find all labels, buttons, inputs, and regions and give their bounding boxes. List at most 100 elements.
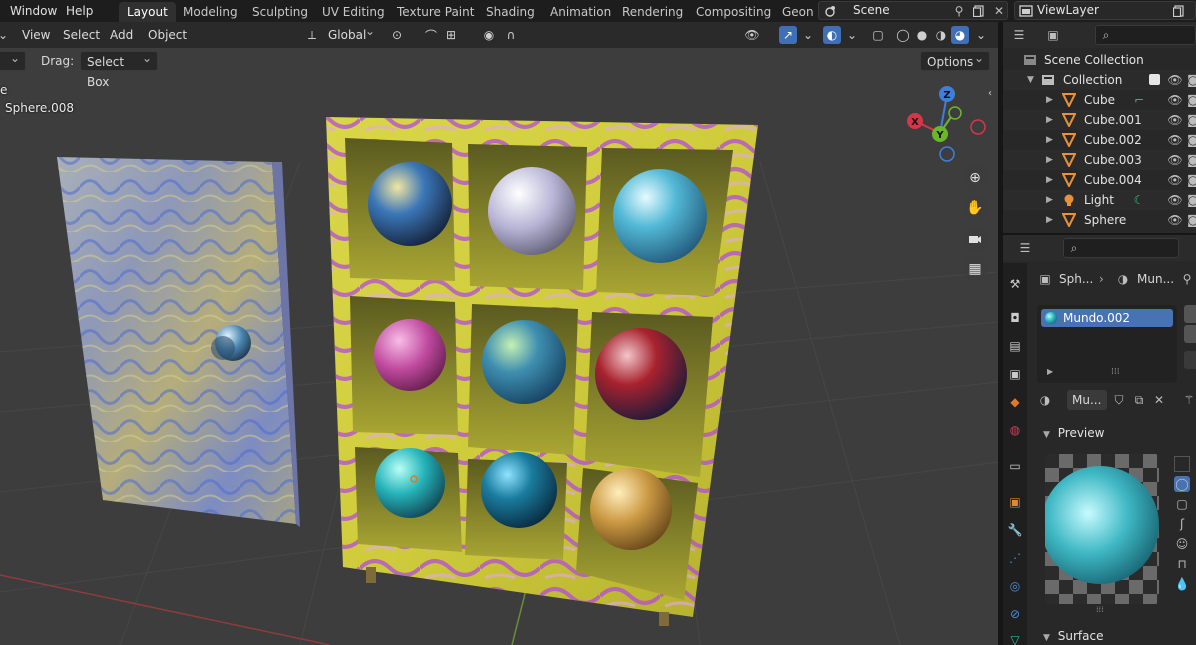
monkey-preview-icon[interactable]: ☺ [1174, 536, 1190, 552]
sidebar-toggle-icon[interactable]: ‹ [988, 88, 992, 99]
collection-checkbox[interactable] [1149, 74, 1160, 85]
transform-orientation-dropdown[interactable]: Global [322, 22, 380, 45]
tab-compositing[interactable]: Compositing [688, 2, 779, 22]
pan-hand-icon[interactable]: ✋ [962, 195, 988, 221]
render-camera-icon[interactable]: ◙ [1185, 212, 1196, 228]
slot-specials-button[interactable] [1184, 351, 1196, 369]
outliner-collection[interactable]: ▼ Collection 👁 ◙ [1003, 70, 1196, 90]
editor-type-icon[interactable]: ☰ [1011, 27, 1027, 43]
menu-select[interactable]: Select [57, 25, 106, 45]
flat-preview-icon[interactable] [1174, 456, 1190, 472]
outliner-item-cube-004[interactable]: ▶ Cube.004 👁 ◙ [1003, 170, 1196, 190]
material-preview-icon[interactable]: ◑ [932, 26, 950, 44]
editor-type-icon[interactable]: ☰ [1017, 240, 1033, 256]
snap-target-icon[interactable]: ⊞ [442, 26, 460, 44]
visibility-icon[interactable]: 👁 [1167, 192, 1183, 208]
menu-add[interactable]: Add [104, 25, 139, 45]
gizmo-options-icon[interactable]: ⌄ [799, 26, 817, 44]
door-object[interactable] [57, 157, 300, 527]
outliner-item-sphere[interactable]: ▶ Sphere 👁 ◙ [1003, 210, 1196, 230]
visibility-icon[interactable]: 👁 [1167, 152, 1183, 168]
pin-icon[interactable]: ⚲ [951, 3, 967, 19]
3d-viewport[interactable]: ⌄ View Select Add Object ⟂ Global ⊙ ⌒ ⊞ … [0, 22, 998, 645]
outliner-item-cube-001[interactable]: ▶ Cube.001 👁 ◙ [1003, 110, 1196, 130]
tab-sculpting[interactable]: Sculpting [244, 2, 316, 22]
particles-tab-icon[interactable]: ⋰ [1006, 549, 1024, 567]
outliner-item-cube-002[interactable]: ▶ Cube.002 👁 ◙ [1003, 130, 1196, 150]
menu-object[interactable]: Object [142, 25, 193, 45]
scene-tab-icon[interactable]: ◆ [1006, 393, 1024, 411]
modifier-tab-icon[interactable]: 🔧 [1006, 521, 1024, 539]
output-tab-icon[interactable]: ▤ [1006, 337, 1024, 355]
visibility-icon[interactable]: 👁 [743, 26, 761, 44]
render-camera-icon[interactable]: ◙ [1185, 172, 1196, 188]
duplicate-material-icon[interactable]: ⧉ [1131, 392, 1147, 408]
rendered-shading-icon[interactable]: ◕ [951, 26, 969, 44]
wireframe-shading-icon[interactable]: ◯ [894, 26, 912, 44]
new-scene-icon[interactable] [971, 3, 987, 19]
perspective-grid-icon[interactable]: ▦ [962, 256, 988, 282]
render-camera-icon[interactable]: ◙ [1185, 132, 1196, 148]
fake-user-icon[interactable]: ⛉ [1111, 392, 1127, 408]
physics-tab-icon[interactable]: ◎ [1006, 577, 1024, 595]
falloff-icon[interactable]: ∩ [502, 26, 520, 44]
scene-selector[interactable]: Scene ⚲ ✕ [818, 1, 1008, 20]
node-tree-icon[interactable]: ⚚ [1181, 392, 1196, 408]
collapse-icon[interactable]: ▼ [1027, 70, 1034, 90]
tab-animation[interactable]: Animation [542, 2, 619, 22]
pin-icon[interactable]: ⚲ [1179, 271, 1195, 287]
expand-icon[interactable]: ▶ [1046, 130, 1053, 150]
drag-select-dropdown[interactable]: Select Box [80, 48, 158, 89]
area-divider-horizontal[interactable] [1003, 233, 1196, 235]
chevron-down-icon[interactable]: ⌄ [0, 26, 12, 44]
unlink-material-icon[interactable]: ✕ [1151, 392, 1167, 408]
proportional-editing-icon[interactable]: ◉ [480, 26, 498, 44]
constraints-tab-icon[interactable]: ⊘ [1006, 605, 1024, 623]
visibility-icon[interactable]: 👁 [1167, 72, 1183, 88]
visibility-icon[interactable]: 👁 [1167, 92, 1183, 108]
fluid-preview-icon[interactable]: 💧 [1174, 576, 1190, 592]
material-slot-list[interactable]: Mundo.002 ▶ ⁞⁞⁞ [1037, 305, 1177, 383]
visibility-icon[interactable]: 👁 [1167, 132, 1183, 148]
expand-icon[interactable]: ▶ [1046, 150, 1053, 170]
outliner-scene-collection[interactable]: Scene Collection [1003, 50, 1196, 70]
render-camera-icon[interactable]: ◙ [1185, 92, 1196, 108]
tab-uv-editing[interactable]: UV Editing [314, 2, 393, 22]
outliner-item-cube-003[interactable]: ▶ Cube.003 👁 ◙ [1003, 150, 1196, 170]
properties-search-input[interactable]: ⌕ [1063, 238, 1179, 258]
remove-slot-button[interactable] [1184, 325, 1196, 343]
options-dropdown[interactable]: Options [920, 48, 990, 71]
preview-resize-handle[interactable]: ⁞⁞⁞ [1096, 605, 1104, 614]
solid-shading-icon[interactable]: ● [913, 26, 931, 44]
gizmo-toggle-icon[interactable]: ↗ [779, 26, 797, 44]
material-name-field[interactable]: Mu... [1067, 390, 1107, 410]
overlays-options-icon[interactable]: ⌄ [843, 26, 861, 44]
tab-layout[interactable]: Layout [119, 2, 176, 22]
visibility-icon[interactable]: 👁 [1167, 112, 1183, 128]
outliner-item-light[interactable]: ▶ Light ☾ 👁 ◙ [1003, 190, 1196, 210]
zoom-icon[interactable]: ⊕ [962, 165, 988, 191]
world-tab-icon[interactable]: ◍ [1006, 421, 1024, 439]
add-slot-button[interactable] [1184, 305, 1196, 323]
surface-panel-header[interactable]: ▼ Surface [1043, 629, 1103, 643]
tab-shading[interactable]: Shading [478, 2, 543, 22]
outliner-search-input[interactable]: ⌕ [1095, 25, 1196, 45]
navigation-gizmo[interactable]: Z X Y [903, 82, 993, 172]
expand-icon[interactable]: ▶ [1046, 90, 1053, 110]
overlays-toggle-icon[interactable]: ◐ [823, 26, 841, 44]
material-spheres[interactable] [368, 162, 707, 550]
pivot-point-icon[interactable]: ⊙ [388, 26, 406, 44]
snap-icon[interactable]: ⌒ [422, 26, 440, 44]
view-layer-selector[interactable]: ViewLayer [1014, 1, 1196, 20]
tool-tab-icon[interactable]: ⚒ [1006, 275, 1024, 293]
close-icon[interactable]: ✕ [991, 3, 1007, 19]
visibility-icon[interactable]: 👁 [1167, 212, 1183, 228]
new-view-layer-icon[interactable] [1171, 3, 1187, 19]
menu-window[interactable]: Window [4, 2, 63, 20]
material-slot-active[interactable]: Mundo.002 [1041, 309, 1173, 327]
visibility-icon[interactable]: 👁 [1167, 172, 1183, 188]
shading-options-icon[interactable]: ⌄ [972, 26, 990, 44]
render-tab-icon[interactable]: ◘ [1006, 309, 1024, 327]
browse-material-icon[interactable]: ◑ [1037, 392, 1053, 408]
viewport-scene[interactable] [0, 22, 998, 645]
